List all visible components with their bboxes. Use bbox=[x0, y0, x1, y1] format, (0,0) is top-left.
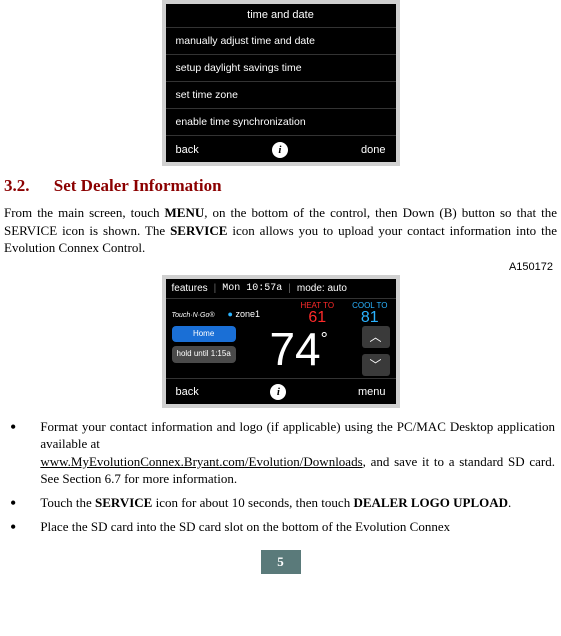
service-bold: SERVICE bbox=[170, 223, 227, 238]
info-icon[interactable]: i bbox=[272, 142, 288, 158]
chevron-up-icon[interactable]: ︿ bbox=[362, 326, 390, 348]
menu-bold: MENU bbox=[165, 205, 205, 220]
bullet-list: Format your contact information and logo… bbox=[4, 418, 557, 536]
separator: | bbox=[214, 283, 217, 294]
menu-row-timezone[interactable]: set time zone bbox=[166, 81, 396, 108]
cool-to-block: COOL TO81 bbox=[352, 302, 387, 326]
main-screen-screenshot: features | Mon 10:57a | mode: auto Touch… bbox=[162, 275, 400, 408]
bullet-item: Place the SD card into the SD card slot … bbox=[10, 518, 555, 536]
touch-n-go-label: Touch·N·Go® bbox=[172, 312, 215, 319]
home-button[interactable]: Home bbox=[172, 326, 236, 343]
back-button[interactable]: back bbox=[176, 144, 199, 156]
page-number: 5 bbox=[261, 550, 301, 574]
clock-label: Mon 10:57a bbox=[222, 283, 282, 294]
mode-label[interactable]: mode: auto bbox=[297, 283, 347, 294]
screen-title: time and date bbox=[166, 4, 396, 27]
section-number: 3.2. bbox=[4, 176, 30, 195]
current-temp: 74° bbox=[242, 326, 356, 372]
menu-button[interactable]: menu bbox=[358, 386, 386, 398]
separator: | bbox=[288, 283, 291, 294]
bullet-item: Format your contact information and logo… bbox=[10, 418, 555, 488]
menu-row-daylight[interactable]: setup daylight savings time bbox=[166, 54, 396, 81]
features-button[interactable]: features bbox=[172, 283, 208, 294]
figure-reference: A150172 bbox=[4, 261, 553, 273]
chevron-down-icon[interactable]: ﹀ bbox=[362, 354, 390, 376]
back-button[interactable]: back bbox=[176, 386, 199, 398]
download-link[interactable]: www.MyEvolutionConnex.Bryant.com/Evoluti… bbox=[40, 454, 362, 469]
section-heading: 3.2. Set Dealer Information bbox=[4, 176, 557, 196]
section-title: Set Dealer Information bbox=[54, 176, 222, 195]
time-date-screenshot: time and date manually adjust time and d… bbox=[162, 0, 400, 166]
menu-row-manual-adjust[interactable]: manually adjust time and date bbox=[166, 27, 396, 54]
menu-row-sync[interactable]: enable time synchronization bbox=[166, 108, 396, 135]
hold-button[interactable]: hold until 1:15a bbox=[172, 346, 236, 363]
degree-icon: ° bbox=[321, 329, 328, 349]
zone-label: zone1 bbox=[235, 309, 260, 319]
bullet-item: Touch the SERVICE icon for about 10 seco… bbox=[10, 494, 555, 512]
info-icon[interactable]: i bbox=[270, 384, 286, 400]
done-button[interactable]: done bbox=[361, 144, 385, 156]
zone-dot-icon: ● bbox=[228, 309, 233, 319]
intro-paragraph: From the main screen, touch MENU, on the… bbox=[4, 204, 557, 257]
